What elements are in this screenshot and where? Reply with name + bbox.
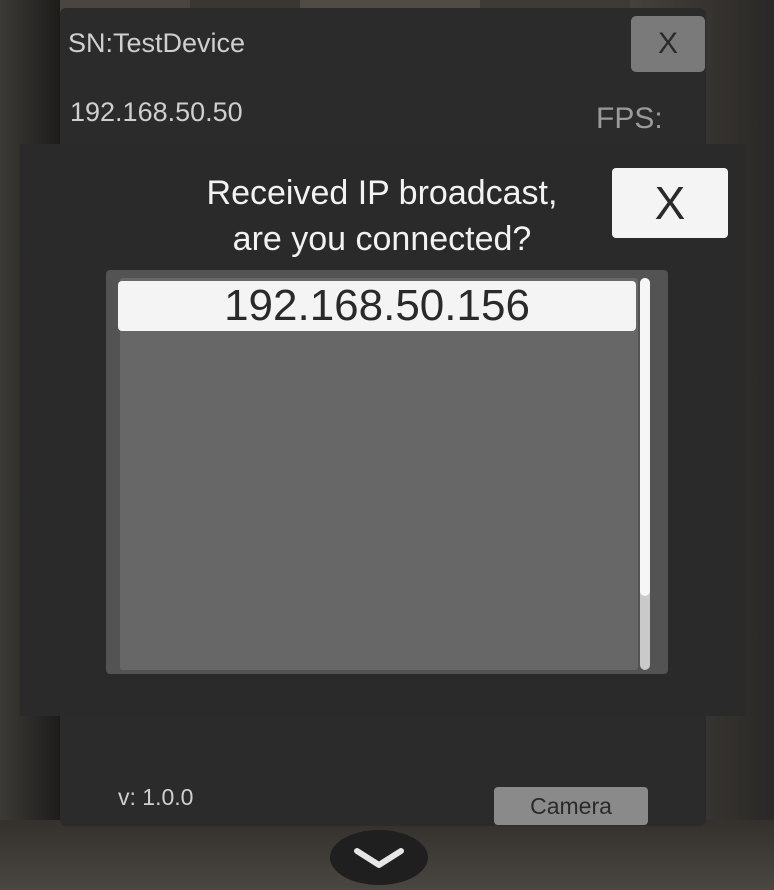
version-label: v: 1.0.0 xyxy=(118,784,194,810)
camera-button[interactable]: Camera xyxy=(494,787,648,825)
scrollbar[interactable] xyxy=(640,278,650,670)
ip-list[interactable] xyxy=(120,278,638,670)
scrollbar-thumb[interactable] xyxy=(640,278,650,596)
app-screen: SN:TestDevice 192.168.50.50 FPS: X v: 1.… xyxy=(0,0,774,890)
fps-label: FPS: xyxy=(596,102,663,135)
device-ip-label: 192.168.50.50 xyxy=(70,97,243,127)
dialog-title-line-1: Received IP broadcast, xyxy=(206,174,558,212)
dialog-title: Received IP broadcast, are you connected… xyxy=(152,170,612,262)
panel-close-button[interactable]: X xyxy=(631,16,705,72)
serial-number-label: SN:TestDevice xyxy=(68,28,246,58)
chevron-down-icon xyxy=(354,847,404,868)
expand-button[interactable] xyxy=(330,830,428,885)
ip-list-item[interactable]: 192.168.50.156 xyxy=(118,281,636,331)
dialog-close-button[interactable]: X xyxy=(612,168,728,238)
dialog-title-line-2: are you connected? xyxy=(232,220,532,258)
